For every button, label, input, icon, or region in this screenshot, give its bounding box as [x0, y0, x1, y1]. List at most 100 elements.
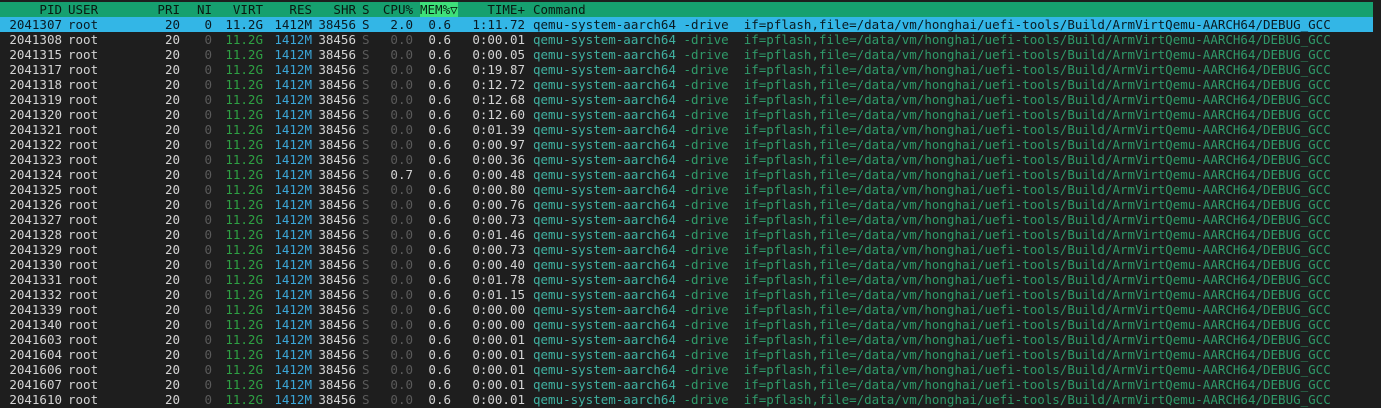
process-row[interactable]: 2041331 root 20 0 11.2G 1412M 38456 S 0.0 0.6 0:01…	[0, 272, 1381, 287]
cell-pri: 20	[164, 332, 180, 347]
cell-mem: 0.6	[428, 92, 451, 107]
cell-shr: 38456	[318, 272, 356, 287]
cell-virt: 11.2G	[225, 122, 263, 137]
process-row[interactable]: 2041604 root 20 0 11.2G 1412M 38456 S 0.0 0.6 0:00…	[0, 347, 1381, 362]
cell-ni: 0	[204, 152, 212, 167]
cell-cpu: 0.0	[390, 227, 413, 242]
header-mem-sorted[interactable]: MEM%▽	[420, 2, 458, 17]
header-virt[interactable]: VIRT	[216, 2, 263, 17]
process-row[interactable]: 2041339 root 20 0 11.2G 1412M 38456 S 0.0 0.6 0:00…	[0, 302, 1381, 317]
cell-command: qemu-system-aarch64 -drive if=pflash,fil…	[533, 212, 1373, 227]
process-row[interactable]: 2041315 root 20 0 11.2G 1412M 38456 S 0.0 0.6 0:00…	[0, 47, 1381, 62]
cell-virt: 11.2G	[225, 317, 263, 332]
header-state[interactable]: S	[362, 2, 374, 17]
cell-mem: 0.6	[428, 17, 451, 32]
process-row[interactable]: 2041308 root 20 0 11.2G 1412M 38456 S 0.0 0.6 0:00…	[0, 32, 1381, 47]
process-rows: 2041307 root 20 0 11.2G 1412M 38456 S 2.0 0.6 1:11…	[0, 17, 1381, 407]
cell-pid: 2041328	[9, 227, 62, 242]
process-row[interactable]: 2041329 root 20 0 11.2G 1412M 38456 S 0.0 0.6 0:00…	[0, 242, 1381, 257]
cell-state: S	[362, 257, 370, 272]
command-arguments: -drive if=pflash,file=/data/vm/honghai/u…	[676, 17, 1331, 32]
process-row[interactable]: 2041330 root 20 0 11.2G 1412M 38456 S 0.0 0.6 0:00…	[0, 257, 1381, 272]
cell-pri: 20	[164, 317, 180, 332]
cell-time: 0:00.01	[472, 32, 525, 47]
process-row[interactable]: 2041318 root 20 0 11.2G 1412M 38456 S 0.0 0.6 0:12…	[0, 77, 1381, 92]
cell-mem: 0.6	[428, 47, 451, 62]
cell-res: 1412M	[274, 62, 312, 77]
cell-user: root	[68, 122, 99, 137]
cell-virt: 11.2G	[225, 182, 263, 197]
cell-user: root	[68, 272, 99, 287]
header-pid[interactable]: PID	[4, 2, 62, 17]
process-row[interactable]: 2041610 root 20 0 11.2G 1412M 38456 S 0.0 0.6 0:00…	[0, 392, 1381, 407]
process-row[interactable]: 2041322 root 20 0 11.2G 1412M 38456 S 0.0 0.6 0:00…	[0, 137, 1381, 152]
cell-cpu: 0.0	[390, 122, 413, 137]
process-row[interactable]: 2041606 root 20 0 11.2G 1412M 38456 S 0.0 0.6 0:00…	[0, 362, 1381, 377]
cell-cpu: 0.0	[390, 347, 413, 362]
cell-virt: 11.2G	[225, 332, 263, 347]
cell-virt: 11.2G	[225, 392, 263, 407]
cell-cpu: 0.0	[390, 47, 413, 62]
process-row[interactable]: 2041323 root 20 0 11.2G 1412M 38456 S 0.0 0.6 0:00…	[0, 152, 1381, 167]
process-row[interactable]: 2041326 root 20 0 11.2G 1412M 38456 S 0.0 0.6 0:00…	[0, 197, 1381, 212]
header-command[interactable]: Command	[533, 2, 1373, 17]
header-res[interactable]: RES	[266, 2, 312, 17]
cell-pri: 20	[164, 302, 180, 317]
header-user[interactable]: USER	[68, 2, 138, 17]
cell-res: 1412M	[274, 197, 312, 212]
cell-ni: 0	[204, 62, 212, 77]
command-program: qemu-system-aarch64	[533, 257, 676, 272]
process-row-selected[interactable]: 2041307 root 20 0 11.2G 1412M 38456 S 2.0 0.6 1:11…	[0, 17, 1373, 32]
cell-state: S	[362, 137, 370, 152]
cell-pid: 2041324	[9, 167, 62, 182]
cell-ni: 0	[204, 47, 212, 62]
cell-user: root	[68, 392, 99, 407]
cell-shr: 38456	[318, 362, 356, 377]
cell-pri: 20	[164, 227, 180, 242]
header-shr[interactable]: SHR	[312, 2, 356, 17]
process-row[interactable]: 2041320 root 20 0 11.2G 1412M 38456 S 0.0 0.6 0:12…	[0, 107, 1381, 122]
command-arguments: -drive if=pflash,file=/data/vm/honghai/u…	[676, 227, 1331, 242]
cell-command: qemu-system-aarch64 -drive if=pflash,fil…	[533, 347, 1373, 362]
cell-pid: 2041329	[9, 242, 62, 257]
cell-pri: 20	[164, 362, 180, 377]
cell-virt: 11.2G	[225, 17, 263, 32]
cell-command: qemu-system-aarch64 -drive if=pflash,fil…	[533, 197, 1373, 212]
cell-mem: 0.6	[428, 362, 451, 377]
cell-user: root	[68, 152, 99, 167]
process-row[interactable]: 2041321 root 20 0 11.2G 1412M 38456 S 0.0 0.6 0:01…	[0, 122, 1381, 137]
cell-mem: 0.6	[428, 392, 451, 407]
cell-pri: 20	[164, 377, 180, 392]
process-row[interactable]: 2041319 root 20 0 11.2G 1412M 38456 S 0.0 0.6 0:12…	[0, 92, 1381, 107]
cell-shr: 38456	[318, 302, 356, 317]
cell-res: 1412M	[274, 167, 312, 182]
process-row[interactable]: 2041324 root 20 0 11.2G 1412M 38456 S 0.7 0.6 0:00…	[0, 167, 1381, 182]
cell-command: qemu-system-aarch64 -drive if=pflash,fil…	[533, 272, 1373, 287]
process-row[interactable]: 2041325 root 20 0 11.2G 1412M 38456 S 0.0 0.6 0:00…	[0, 182, 1381, 197]
cell-mem: 0.6	[428, 317, 451, 332]
process-row[interactable]: 2041328 root 20 0 11.2G 1412M 38456 S 0.0 0.6 0:01…	[0, 227, 1381, 242]
cell-time: 0:00.73	[472, 242, 525, 257]
cell-command: qemu-system-aarch64 -drive if=pflash,fil…	[533, 227, 1373, 242]
process-row[interactable]: 2041332 root 20 0 11.2G 1412M 38456 S 0.0 0.6 0:01…	[0, 287, 1381, 302]
cell-state: S	[362, 227, 370, 242]
header-cpu[interactable]: CPU%	[376, 2, 413, 17]
cell-res: 1412M	[274, 17, 312, 32]
cell-user: root	[68, 317, 99, 332]
column-header-row: PID USER PRI NI VIRT RES SHR S CPU% MEM%…	[0, 2, 1373, 17]
cell-mem: 0.6	[428, 257, 451, 272]
process-row[interactable]: 2041340 root 20 0 11.2G 1412M 38456 S 0.0 0.6 0:00…	[0, 317, 1381, 332]
cell-user: root	[68, 242, 99, 257]
header-pri[interactable]: PRI	[140, 2, 180, 17]
process-row[interactable]: 2041607 root 20 0 11.2G 1412M 38456 S 0.0 0.6 0:00…	[0, 377, 1381, 392]
cell-pid: 2041603	[9, 332, 62, 347]
cell-time: 0:12.68	[472, 92, 525, 107]
process-row[interactable]: 2041317 root 20 0 11.2G 1412M 38456 S 0.0 0.6 0:19…	[0, 62, 1381, 77]
process-row[interactable]: 2041603 root 20 0 11.2G 1412M 38456 S 0.0 0.6 0:00…	[0, 332, 1381, 347]
process-row[interactable]: 2041327 root 20 0 11.2G 1412M 38456 S 0.0 0.6 0:00…	[0, 212, 1381, 227]
header-ni[interactable]: NI	[188, 2, 212, 17]
cell-user: root	[68, 302, 99, 317]
header-time[interactable]: TIME+	[458, 2, 525, 17]
cell-ni: 0	[204, 287, 212, 302]
cell-res: 1412M	[274, 212, 312, 227]
